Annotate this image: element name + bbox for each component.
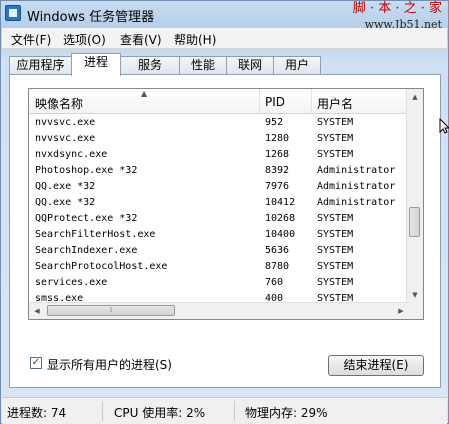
column-image-name[interactable]: 映像名称 xyxy=(35,95,83,112)
process-user-name: Administrator xyxy=(317,197,396,208)
column-divider[interactable] xyxy=(259,89,260,113)
process-user-name: SYSTEM xyxy=(317,213,354,224)
process-image-name: nvvsvc.exe xyxy=(35,133,96,144)
show-all-users-checkbox[interactable]: ✓ xyxy=(30,357,42,369)
process-pid: 10412 xyxy=(265,197,296,208)
vertical-scrollbar[interactable]: ▲ ▼ xyxy=(406,89,423,303)
tab-networking[interactable]: 联网 xyxy=(226,56,274,75)
process-image-name: nvxdsync.exe xyxy=(35,149,108,160)
scroll-left-icon[interactable]: ◀ xyxy=(29,303,45,319)
status-divider xyxy=(234,401,235,421)
process-pid: 10268 xyxy=(265,213,296,224)
process-list[interactable]: ▲ 映像名称 PID 用户名 nvvsvc.exe 952 SYSTEM nvvsvc… xyxy=(28,88,424,320)
menu-bar: 文件(F) 选项(O) 查看(V) 帮助(H) xyxy=(2,28,447,49)
column-user-name[interactable]: 用户名 xyxy=(317,95,353,112)
process-user-name: SYSTEM xyxy=(317,245,354,256)
table-header: ▲ 映像名称 PID 用户名 xyxy=(29,89,409,114)
mouse-cursor-icon xyxy=(439,118,449,134)
table-row[interactable]: QQ.exe *32 7976 Administrator xyxy=(29,179,409,195)
process-image-name: SearchProtocolHost.exe xyxy=(35,261,168,272)
process-user-name: SYSTEM xyxy=(317,149,354,160)
table-row[interactable]: nvxdsync.exe 1268 SYSTEM xyxy=(29,147,409,163)
process-pid: 8392 xyxy=(265,165,290,176)
process-image-name: QQProtect.exe *32 xyxy=(35,213,138,224)
task-manager-window: Windows 任务管理器 脚 · 本 · 之 · 家 www.Jb51.net… xyxy=(0,0,449,424)
process-user-name: SYSTEM xyxy=(317,133,354,144)
status-process-count: 进程数: 74 xyxy=(7,406,67,420)
processes-panel: ▲ 映像名称 PID 用户名 nvvsvc.exe 952 SYSTEM nvvsvc… xyxy=(9,74,441,388)
column-pid[interactable]: PID xyxy=(265,95,285,109)
process-pid: 8780 xyxy=(265,261,290,272)
process-image-name: SearchFilterHost.exe xyxy=(35,229,156,240)
horizontal-scrollbar[interactable]: ◀ ⁞ ▶ xyxy=(29,302,409,319)
process-image-name: nvvsvc.exe xyxy=(35,117,96,128)
vertical-scroll-thumb[interactable] xyxy=(409,207,420,237)
process-user-name: SYSTEM xyxy=(317,117,354,128)
table-row[interactable]: SearchFilterHost.exe 10400 SYSTEM xyxy=(29,227,409,243)
checkmark-icon: ✓ xyxy=(31,357,41,368)
process-image-name: QQ.exe *32 xyxy=(35,181,96,192)
process-image-name: Photoshop.exe *32 xyxy=(35,165,138,176)
process-pid: 10400 xyxy=(265,229,296,240)
process-pid: 7976 xyxy=(265,181,290,192)
process-pid: 1280 xyxy=(265,133,290,144)
menu-help[interactable]: 帮助(H) xyxy=(174,31,216,48)
status-physical-memory: 物理内存: 29% xyxy=(245,406,328,420)
tab-performance[interactable]: 性能 xyxy=(179,56,227,75)
show-all-users-label[interactable]: 显示所有用户的进程(S) xyxy=(47,356,172,373)
table-row[interactable]: QQ.exe *32 10412 Administrator xyxy=(29,195,409,211)
process-user-name: SYSTEM xyxy=(317,261,354,272)
tab-users[interactable]: 用户 xyxy=(273,56,321,75)
process-pid: 5636 xyxy=(265,245,290,256)
horizontal-scroll-thumb[interactable]: ⁞ xyxy=(47,305,175,316)
menu-options[interactable]: 选项(O) xyxy=(63,31,106,48)
table-row[interactable]: Photoshop.exe *32 8392 Administrator xyxy=(29,163,409,179)
status-divider xyxy=(102,401,103,421)
process-pid: 952 xyxy=(265,117,284,128)
scroll-down-icon[interactable]: ▼ xyxy=(407,287,423,303)
menu-file[interactable]: 文件(F) xyxy=(11,31,51,48)
process-pid: 1268 xyxy=(265,149,290,160)
menu-view[interactable]: 查看(V) xyxy=(120,31,162,48)
scroll-corner xyxy=(407,303,423,319)
watermark-brand: 脚 · 本 · 之 · 家 xyxy=(352,1,442,16)
table-row[interactable]: nvvsvc.exe 1280 SYSTEM xyxy=(29,131,409,147)
status-bar: 进程数: 74 CPU 使用率: 2% 物理内存: 29% xyxy=(2,397,447,424)
end-process-button[interactable]: 结束进程(E) xyxy=(328,355,424,376)
process-user-name: Administrator xyxy=(317,181,396,192)
task-manager-icon xyxy=(5,5,21,21)
window-title: Windows 任务管理器 xyxy=(27,10,155,25)
process-pid: 760 xyxy=(265,277,284,288)
process-image-name: QQ.exe *32 xyxy=(35,197,96,208)
sort-ascending-icon: ▲ xyxy=(141,89,148,98)
table-row[interactable]: SearchProtocolHost.exe 8780 SYSTEM xyxy=(29,259,409,275)
process-user-name: SYSTEM xyxy=(317,229,354,240)
table-row[interactable]: SearchIndexer.exe 5636 SYSTEM xyxy=(29,243,409,259)
table-row[interactable]: QQProtect.exe *32 10268 SYSTEM xyxy=(29,211,409,227)
process-image-name: services.exe xyxy=(35,277,108,288)
table-row[interactable]: nvvsvc.exe 952 SYSTEM xyxy=(29,115,409,131)
status-cpu-usage: CPU 使用率: 2% xyxy=(114,406,206,420)
process-user-name: SYSTEM xyxy=(317,277,354,288)
tab-applications[interactable]: 应用程序 xyxy=(9,56,72,75)
tab-services[interactable]: 服务 xyxy=(120,56,180,75)
title-bar[interactable]: Windows 任务管理器 脚 · 本 · 之 · 家 www.Jb51.net xyxy=(1,1,448,31)
tab-processes[interactable]: 进程 xyxy=(71,53,121,76)
table-row[interactable]: services.exe 760 SYSTEM xyxy=(29,275,409,291)
scroll-up-icon[interactable]: ▲ xyxy=(407,89,423,105)
column-divider[interactable] xyxy=(311,89,312,113)
process-user-name: Administrator xyxy=(317,165,396,176)
process-image-name: SearchIndexer.exe xyxy=(35,245,138,256)
